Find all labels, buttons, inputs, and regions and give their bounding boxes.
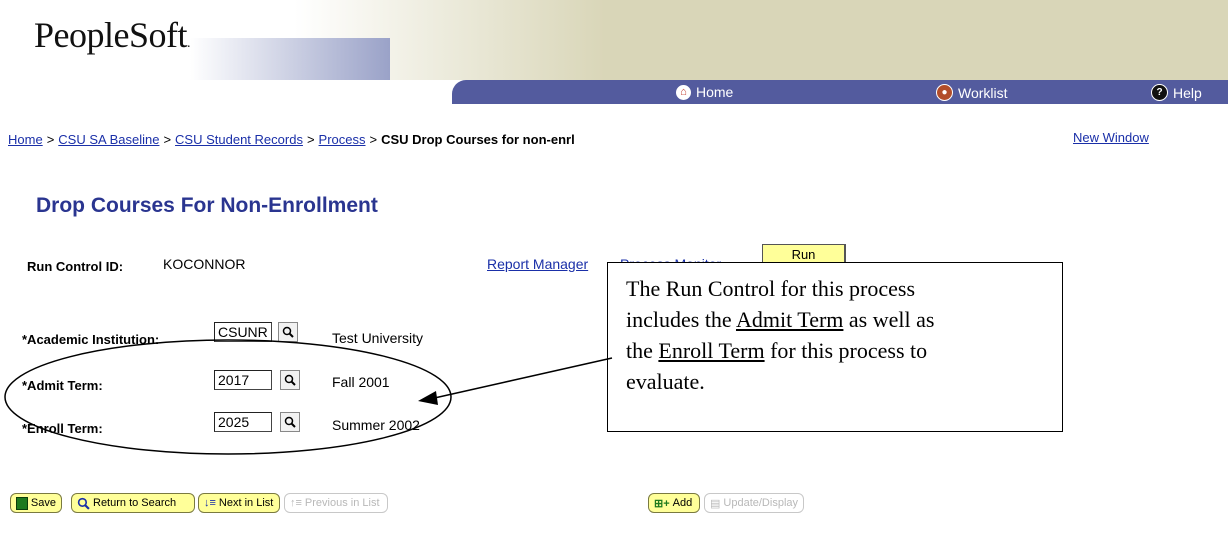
page-title: Drop Courses For Non-Enrollment <box>36 194 378 217</box>
admit-term-input[interactable]: 2017 <box>214 370 272 390</box>
worklist-icon: ● <box>936 84 953 101</box>
add-icon: ⊞+ <box>654 497 670 510</box>
nav-help-label: Help <box>1173 84 1202 101</box>
admit-term-description: Fall 2001 <box>332 374 390 390</box>
institution-input[interactable]: CSUNR <box>214 322 272 342</box>
run-control-label: Run Control ID: <box>27 259 124 274</box>
callout-line-1: The Run Control for this process <box>626 276 916 301</box>
nav-worklist-link[interactable]: ● Worklist <box>936 84 1008 101</box>
breadcrumb-csu-student-records[interactable]: CSU Student Records <box>175 132 303 147</box>
nav-home-label: Home <box>696 84 734 100</box>
nav-home-link[interactable]: ⌂ Home <box>676 84 733 100</box>
nav-bar <box>452 80 1228 104</box>
previous-list-icon: ↑≡ <box>290 497 302 509</box>
nav-worklist-label: Worklist <box>958 84 1008 101</box>
enroll-term-lookup-button[interactable] <box>280 412 300 432</box>
institution-description: Test University <box>332 330 424 346</box>
update-display-icon: ▤ <box>710 497 721 510</box>
header-gradient <box>190 0 1228 80</box>
admit-term-lookup-button[interactable] <box>280 370 300 390</box>
new-window-link[interactable]: New Window <box>1073 130 1149 145</box>
next-in-list-button[interactable]: ↓≡ Next in List <box>198 493 280 513</box>
breadcrumb-current: CSU Drop Courses for non-enrl <box>381 132 575 147</box>
magnifier-icon <box>284 374 296 386</box>
callout-line-3: the Enroll Term for this process to <box>626 338 928 363</box>
save-icon <box>16 496 28 510</box>
annotation-ellipse <box>4 339 452 455</box>
next-list-icon: ↓≡ <box>204 497 216 509</box>
institution-lookup-button[interactable] <box>278 322 298 342</box>
peoplesoft-logo: PeopleSoft. <box>34 15 191 55</box>
breadcrumb-process[interactable]: Process <box>319 132 366 147</box>
annotation-callout: The Run Control for this process include… <box>607 262 1063 432</box>
callout-line-2: includes the Admit Term as well as <box>626 307 935 332</box>
nav-help-link[interactable]: ? Help <box>1151 84 1202 101</box>
annotation-arrow-line <box>429 357 613 400</box>
enroll-term-description: Summer 2002 <box>332 417 420 433</box>
save-button[interactable]: Save <box>10 493 62 513</box>
enroll-term-input[interactable]: 2025 <box>214 412 272 432</box>
enroll-term-label: *Enroll Term: <box>22 421 103 436</box>
return-to-search-button[interactable]: Return to Search <box>71 493 195 513</box>
search-icon <box>77 497 90 510</box>
add-button[interactable]: ⊞+ Add <box>648 493 700 513</box>
breadcrumb-home[interactable]: Home <box>8 132 43 147</box>
callout-line-4: evaluate. <box>626 369 705 394</box>
breadcrumb-csu-sa-baseline[interactable]: CSU SA Baseline <box>58 132 159 147</box>
report-manager-link[interactable]: Report Manager <box>487 256 588 272</box>
help-icon: ? <box>1151 84 1168 101</box>
home-icon: ⌂ <box>676 84 691 100</box>
previous-in-list-button: ↑≡ Previous in List <box>284 493 388 513</box>
run-control-value: KOCONNOR <box>163 256 246 272</box>
magnifier-icon <box>284 416 296 428</box>
admit-term-label: *Admit Term: <box>22 378 103 393</box>
update-display-button: ▤ Update/Display <box>704 493 804 513</box>
breadcrumb: Home > CSU SA Baseline > CSU Student Records… <box>8 132 575 147</box>
magnifier-icon <box>282 326 294 338</box>
institution-label: *Academic Institution: <box>22 332 160 347</box>
annotation-arrowhead <box>418 391 438 405</box>
